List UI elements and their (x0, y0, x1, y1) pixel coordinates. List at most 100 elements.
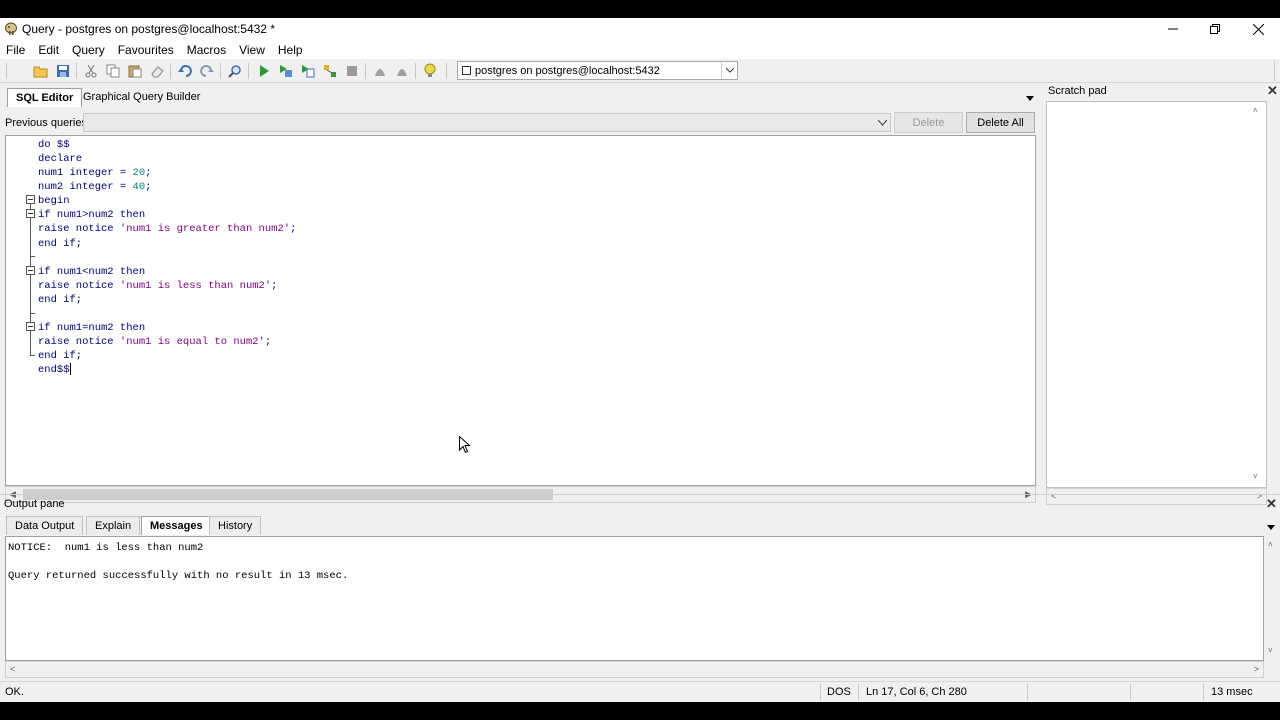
chevron-down-icon[interactable] (721, 62, 737, 79)
minimize-button[interactable] (1151, 18, 1195, 40)
previous-queries-bar: Previous queries Delete Delete All (0, 111, 1039, 135)
menu-favourites[interactable]: Favourites (112, 40, 181, 59)
restore-button[interactable] (1193, 18, 1237, 40)
elephant-app-icon (5, 22, 17, 35)
toolbar-separator (446, 63, 447, 79)
message-line: NOTICE: num1 is less than num2 (8, 542, 204, 554)
fold-end (30, 355, 35, 356)
tab-messages[interactable]: Messages (141, 516, 212, 535)
scratch-pad-textarea[interactable]: ˄ ˅ (1046, 101, 1267, 488)
paste-icon (128, 65, 142, 78)
title-bar: Query - postgres on postgres@localhost:5… (0, 18, 1280, 40)
tab-data-output[interactable]: Data Output (6, 516, 84, 535)
find-button[interactable] (226, 62, 244, 80)
save-button[interactable] (54, 62, 72, 80)
cut-button[interactable] (82, 62, 100, 80)
menu-file[interactable]: File (0, 40, 32, 59)
copy-button[interactable] (104, 62, 122, 80)
status-bar: OK. DOS Ln 17, Col 6, Ch 280 13 msec (0, 681, 1280, 702)
delete-all-button[interactable]: Delete All (966, 112, 1035, 133)
redo-button[interactable] (198, 62, 216, 80)
scissors-icon (85, 64, 97, 78)
undo-button[interactable] (176, 62, 194, 80)
rollback-button[interactable] (393, 62, 411, 80)
code-line: end if; (38, 237, 83, 250)
code-line: do $$ (38, 139, 70, 151)
output-horizontal-scrollbar[interactable]: < > (5, 661, 1264, 678)
fold-toggle-icon[interactable] (26, 195, 35, 204)
menu-bar: File Edit Query Favourites Macros View H… (0, 40, 1280, 59)
code-line: declare (38, 153, 83, 166)
scroll-up-icon[interactable]: ˄ (1268, 540, 1273, 549)
status-elapsed-time: 13 msec (1211, 686, 1253, 698)
toolbar-grip (1274, 61, 1275, 81)
execute-button[interactable] (255, 62, 273, 80)
toolbar-separator (220, 63, 221, 79)
scroll-left-icon[interactable]: < (10, 664, 15, 674)
paste-button[interactable] (126, 62, 144, 80)
code-line: if num1>num2 then (38, 209, 146, 222)
open-folder-icon (33, 66, 48, 78)
open-file-button[interactable] (32, 62, 50, 80)
menu-help[interactable]: Help (272, 40, 310, 59)
fold-toggle-icon[interactable] (26, 266, 35, 275)
delete-button[interactable]: Delete (894, 112, 963, 133)
mouse-pointer-icon (459, 436, 471, 454)
toolbar-separator (415, 63, 416, 79)
tab-history[interactable]: History (209, 516, 262, 535)
output-vertical-scrollbar[interactable]: ˄ ˅ (1264, 536, 1280, 661)
connection-select[interactable]: postgres on postgres@localhost:5432 (457, 61, 738, 80)
close-icon[interactable]: ✕ (1266, 496, 1277, 512)
previous-queries-select[interactable] (83, 113, 891, 132)
output-pane-header: Output pane ✕ (0, 494, 1280, 512)
scroll-down-icon[interactable]: ˅ (1253, 472, 1258, 481)
menu-view[interactable]: View (233, 40, 272, 59)
text-caret (69, 363, 71, 376)
execute-pgscript-button[interactable] (277, 62, 295, 80)
tab-explain[interactable]: Explain (86, 516, 141, 535)
status-line-ending: DOS (827, 686, 851, 698)
commit-button[interactable] (371, 62, 389, 80)
tab-sql-editor[interactable]: SQL Editor (7, 88, 83, 107)
chevron-down-icon[interactable] (877, 117, 888, 129)
explain-icon (324, 65, 336, 77)
code-line: end if; (38, 350, 83, 363)
panel-menu-icon[interactable] (1025, 93, 1035, 103)
menu-edit[interactable]: Edit (32, 40, 66, 59)
status-separator (858, 684, 859, 700)
scroll-right-icon[interactable]: > (1254, 664, 1259, 674)
sql-editor[interactable]: do $$ declare num1 integer = 20; num2 integ… (5, 135, 1036, 486)
tab-graphical-query-builder[interactable]: Graphical Query Builder (75, 88, 208, 107)
close-button[interactable] (1236, 18, 1280, 40)
fold-line (30, 313, 31, 322)
toolbar-separator (248, 63, 249, 79)
fold-line (30, 256, 31, 266)
stop-icon (347, 66, 357, 76)
panel-menu-icon[interactable] (1266, 522, 1276, 532)
toolbar-separator (76, 63, 77, 79)
connection-checkbox[interactable] (462, 66, 471, 75)
eraser-icon (151, 66, 164, 78)
editor-tab-strip: SQL Editor Graphical Query Builder (0, 86, 1039, 107)
cancel-query-button[interactable] (343, 62, 361, 80)
menu-query[interactable]: Query (66, 40, 112, 59)
status-state: OK. (5, 686, 24, 698)
fold-toggle-icon[interactable] (26, 322, 35, 331)
execute-to-file-button[interactable] (299, 62, 317, 80)
help-button[interactable] (421, 62, 439, 80)
sql-code: do $$ declare num1 integer = 20; num2 integ… (38, 138, 296, 377)
close-icon (1252, 23, 1264, 35)
menu-macros[interactable]: Macros (181, 40, 233, 59)
code-line: if num1=num2 then (38, 322, 146, 335)
redo-icon (200, 65, 214, 77)
close-icon[interactable]: ✕ (1267, 83, 1278, 99)
fold-toggle-icon[interactable] (26, 209, 35, 218)
scroll-down-icon[interactable]: ˅ (1268, 646, 1273, 655)
explain-button[interactable] (321, 62, 339, 80)
scroll-up-icon[interactable]: ˄ (1253, 106, 1258, 115)
copy-icon (106, 64, 120, 78)
clear-button[interactable] (148, 62, 166, 80)
messages-output[interactable]: NOTICE: num1 is less than num2 Query ret… (5, 536, 1264, 661)
